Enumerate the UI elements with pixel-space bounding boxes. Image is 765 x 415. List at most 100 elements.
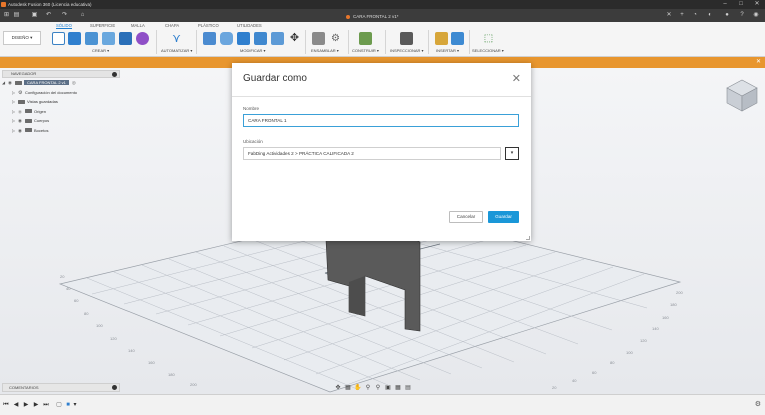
group-automatizar[interactable]: AUTOMATIZAR ▾ <box>161 48 192 53</box>
minimize-icon[interactable]: – <box>717 0 733 9</box>
visibility-icon[interactable]: ◉ <box>8 78 15 88</box>
measure-icon[interactable] <box>400 32 413 45</box>
job-status-icon[interactable]: ◐ <box>705 11 715 20</box>
zoom-icon[interactable]: ⚲ <box>363 383 373 393</box>
insert-image-icon[interactable] <box>451 32 464 45</box>
form-icon[interactable] <box>136 32 149 45</box>
fit-icon[interactable]: ⚲ <box>373 383 383 393</box>
save-icon[interactable]: ▣ <box>30 11 39 20</box>
group-ensamblar[interactable]: ENSAMBLAR ▾ <box>311 48 339 53</box>
extensions-icon[interactable]: ◔ <box>690 11 700 20</box>
browser-item-bocetos[interactable]: ▷ ◉ Bocetos <box>2 126 120 136</box>
browser-item-label: Vistas guardadas <box>27 99 58 104</box>
tab-utilidades[interactable]: UTILIDADES <box>237 23 262 28</box>
grid-menu-icon[interactable]: ⊞ <box>2 11 11 20</box>
visibility-icon[interactable]: ◉ <box>18 116 25 126</box>
offset-plane-icon[interactable] <box>359 32 372 45</box>
location-dropdown-button[interactable]: ▾ <box>505 147 519 160</box>
close-icon[interactable]: ✕ <box>749 0 765 9</box>
notifications-icon[interactable]: ● <box>722 11 732 20</box>
last-step-icon[interactable]: ⏭ <box>42 400 50 410</box>
move-icon[interactable]: ✥ <box>288 32 301 45</box>
browser-item-vistas[interactable]: ▷ Vistas guardadas <box>2 97 120 107</box>
insert-derive-icon[interactable] <box>435 32 448 45</box>
viewports-icon[interactable]: ▤ <box>403 383 413 393</box>
close-icon[interactable]: ✕ <box>512 72 521 85</box>
previous-step-icon[interactable]: ◀ <box>12 400 20 410</box>
next-step-icon[interactable]: ▶ <box>32 400 40 410</box>
group-modificar[interactable]: MODIFICAR ▾ <box>240 48 266 53</box>
browser-item-origen[interactable]: ▷ ◉ Origen <box>2 107 120 117</box>
tab-superficie[interactable]: SUPERFICIE <box>90 23 115 28</box>
cancel-button[interactable]: Cancelar <box>449 211 483 223</box>
combine-icon[interactable] <box>271 32 284 45</box>
undo-icon[interactable]: ↶ <box>44 11 53 20</box>
tab-chapa[interactable]: CHAPA <box>165 23 179 28</box>
browser-item-cuerpos[interactable]: ▷ ◉ Cuerpos <box>2 116 120 126</box>
first-step-icon[interactable]: ⏮ <box>2 400 10 410</box>
browser-header-label: NAVEGADOR <box>11 71 37 76</box>
view-cube[interactable] <box>726 79 758 112</box>
tab-malla[interactable]: MALLA <box>131 23 145 28</box>
group-seleccionar[interactable]: SELECCIONAR ▾ <box>472 48 504 53</box>
visibility-icon[interactable]: ◉ <box>18 126 25 136</box>
grid-settings-icon[interactable]: ▦ <box>393 383 403 393</box>
redo-icon[interactable]: ↷ <box>60 11 69 20</box>
fillet-icon[interactable] <box>220 32 233 45</box>
press-pull-icon[interactable] <box>203 32 216 45</box>
pan-icon[interactable]: ✋ <box>353 383 363 393</box>
orbit-icon[interactable]: ✥ <box>333 383 343 393</box>
select-icon[interactable]: ⬚ <box>482 32 495 45</box>
timeline-settings-icon[interactable]: ⚙ <box>755 400 761 408</box>
group-insertar[interactable]: INSERTAR ▾ <box>436 48 459 53</box>
document-tab[interactable]: CARA FRONTAL 2 v1* <box>340 11 405 22</box>
browser-root[interactable]: ◢ ◉ CARA FRONTAL 2 v1 ◎ <box>2 78 120 88</box>
grid-tick-label: 160 <box>662 315 669 320</box>
grid-tick-label: 140 <box>128 348 135 353</box>
divider <box>348 30 349 54</box>
extrude-icon[interactable] <box>68 32 81 45</box>
browser-header[interactable]: NAVEGADOR <box>2 70 120 78</box>
comments-panel[interactable]: COMENTARIOS <box>2 383 120 392</box>
grid-tick-label: 200 <box>676 290 683 295</box>
new-tab-icon[interactable]: + <box>677 11 687 20</box>
chamfer-icon[interactable] <box>237 32 250 45</box>
help-icon[interactable]: ? <box>737 11 747 20</box>
file-menu-icon[interactable]: ▤ <box>12 11 21 20</box>
shell-icon[interactable] <box>254 32 267 45</box>
pin-icon[interactable] <box>112 72 117 77</box>
home-icon[interactable]: ⌂ <box>78 11 87 20</box>
resize-handle[interactable] <box>526 236 530 240</box>
group-crear[interactable]: CREAR ▾ <box>92 48 109 53</box>
revolve-icon[interactable] <box>85 32 98 45</box>
location-field[interactable]: FabDing Actividades 2 > PRÁCTICA CALIFIC… <box>243 147 501 160</box>
timeline-marker-icon[interactable]: ▾ <box>71 400 79 410</box>
workspace-switcher[interactable]: DISEÑO ▾ <box>3 31 41 45</box>
new-sketch-icon[interactable] <box>52 32 65 45</box>
joint-icon[interactable]: ⚙ <box>329 32 342 45</box>
visibility-icon[interactable]: ◉ <box>18 107 25 117</box>
group-construir[interactable]: CONSTRUIR ▾ <box>352 48 379 53</box>
document-tab-title: CARA FRONTAL 2 v1* <box>353 14 399 19</box>
group-inspeccionar[interactable]: INSPECCIONAR ▾ <box>390 48 424 53</box>
pin-icon[interactable] <box>112 385 117 390</box>
display-settings-icon[interactable]: ▣ <box>383 383 393 393</box>
avatar[interactable]: ◉ <box>751 11 761 20</box>
save-button[interactable]: Guardar <box>488 211 519 223</box>
timeline-sketch-icon[interactable]: ▢ <box>55 400 63 410</box>
box-icon[interactable] <box>119 32 132 45</box>
close-banner-icon[interactable]: ✕ <box>756 57 761 68</box>
maximize-icon[interactable]: □ <box>733 0 749 9</box>
close-tab-icon[interactable]: ✕ <box>664 11 674 20</box>
tab-plastico[interactable]: PLÁSTICO <box>198 23 219 28</box>
grid-tick-label: 40 <box>572 378 577 383</box>
browser-item-configuracion[interactable]: ▷ ⚙ Configuración del documento <box>2 88 120 98</box>
play-icon[interactable]: ▶ <box>22 400 30 410</box>
new-component-icon[interactable] <box>312 32 325 45</box>
sweep-icon[interactable] <box>102 32 115 45</box>
tab-solido[interactable]: SÓLIDO <box>56 23 72 29</box>
radio-icon[interactable]: ◎ <box>72 78 79 88</box>
look-at-icon[interactable]: ▦ <box>343 383 353 393</box>
automate-icon[interactable]: ⋎ <box>170 32 183 45</box>
name-field[interactable] <box>243 114 519 127</box>
